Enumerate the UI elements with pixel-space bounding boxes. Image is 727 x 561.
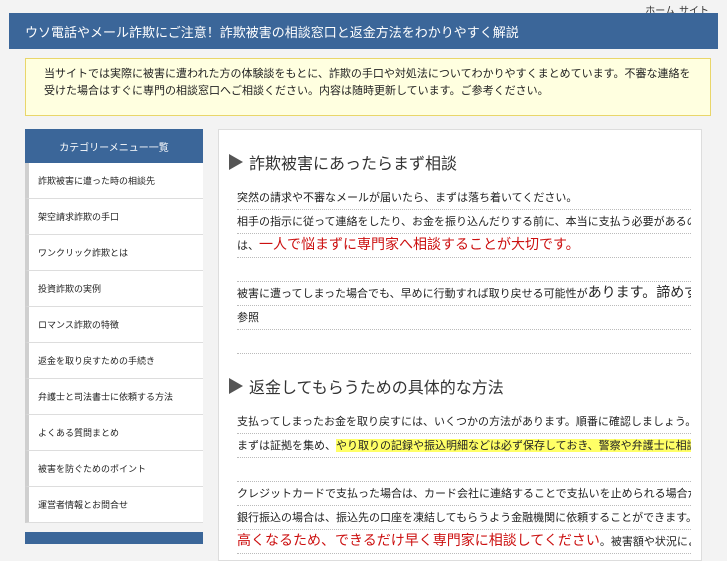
body-text: は、 [237, 239, 259, 252]
sidebar-heading-2 [25, 532, 203, 544]
site-title[interactable]: ウソ電話やメール詐欺にご注意！詐欺被害の相談窓口と返金方法をわかりやすく解説 [25, 22, 519, 41]
body-text: あります。諦めずに、専門の窓口を探しましょう [587, 285, 691, 301]
section-body: 支払ってしまったお金を取り戻すには、いくつかの方法があります。順番に確認しましょ… [237, 410, 691, 554]
sidebar-item-label: 運営者情報とお問合せ [38, 501, 129, 511]
section-body: 突然の請求や不審なメールが届いたら、まずは落ち着いてください。相手の指示に従って… [237, 186, 691, 354]
emphasis-text: 高くなるため、できるだけ早く専門家に相談してください [237, 533, 600, 549]
sidebar-item[interactable]: よくある質問まとめ [25, 415, 203, 451]
body-text: 突然の請求や不審なメールが届いたら、まずは落ち着いてください。 [237, 191, 578, 204]
triangle-bullet-icon [229, 154, 243, 170]
text-line: は、一人で悩まずに専門家へ相談することが大切です。 [237, 234, 691, 258]
text-line [237, 330, 691, 354]
text-line: 支払ってしまったお金を取り戻すには、いくつかの方法があります。順番に確認しましょ… [237, 410, 691, 434]
text-line [237, 258, 691, 282]
body-text: クレジットカードで支払った場合は、カード会社に連絡することで支払いを止められる場… [237, 487, 691, 500]
sidebar-item-label: ワンクリック詐欺とは [38, 249, 129, 259]
triangle-bullet-icon [229, 378, 243, 394]
sidebar-item-label: 弁護士と司法書士に依頼する方法 [38, 393, 174, 403]
text-line: 突然の請求や不審なメールが届いたら、まずは落ち着いてください。 [237, 186, 691, 210]
sidebar-item[interactable]: 詐欺被害に遭った時の相談先 [25, 163, 203, 199]
sidebar-item[interactable]: ワンクリック詐欺とは [25, 235, 203, 271]
sidebar-item-label: 架空請求詐欺の手口 [38, 213, 120, 223]
notice-box: 当サイトでは実際に被害に遭われた方の体験談をもとに、詐欺の手口や対処法についてわ… [25, 58, 711, 116]
sidebar-item-label: ロマンス詐欺の特徴 [38, 321, 119, 331]
sidebar-item[interactable]: ロマンス詐欺の特徴 [25, 307, 203, 343]
site-header: ウソ電話やメール詐欺にご注意！詐欺被害の相談窓口と返金方法をわかりやすく解説 [9, 13, 718, 49]
sidebar-item[interactable]: 弁護士と司法書士に依頼する方法 [25, 379, 203, 415]
sidebar-item[interactable]: 被害を防ぐためのポイント [25, 451, 203, 487]
sidebar-heading: カテゴリーメニュー一覧 [25, 129, 203, 163]
sidebar-item-label: 返金を取り戻すための手続き [38, 357, 156, 367]
body-text: 支払ってしまったお金を取り戻すには、いくつかの方法があります。順番に確認しましょ… [237, 415, 691, 428]
text-line: 銀行振込の場合は、振込先の口座を凍結してもらうよう金融機関に依頼することができま… [237, 506, 691, 530]
emphasis-text: 一人で悩まずに専門家へ相談することが大切です。 [259, 237, 580, 253]
sidebar-item[interactable]: 投資詐欺の実例 [25, 271, 203, 307]
sidebar-item-label: 投資詐欺の実例 [38, 285, 102, 295]
text-line: 参照 [237, 306, 691, 330]
sidebar-item-label: 詐欺被害に遭った時の相談先 [38, 177, 156, 187]
text-line: 相手の指示に従って連絡をしたり、お金を振り込んだりする前に、本当に支払う必要があ… [237, 210, 691, 234]
section-title: 返金してもらうための具体的な方法 [229, 374, 701, 398]
text-line: まずは証拠を集め、やり取りの記録や振込明細などは必ず保存しておき、警察や弁護士に… [237, 434, 691, 458]
sidebar-menu: 詐欺被害に遭った時の相談先 架空請求詐欺の手口 ワンクリック詐欺とは 投資詐欺の… [25, 163, 203, 523]
body-text: 参照 [237, 311, 259, 324]
sidebar: カテゴリーメニュー一覧 詐欺被害に遭った時の相談先 架空請求詐欺の手口 ワンクリ… [25, 129, 203, 544]
text-line: 被害に遭ってしまった場合でも、早めに行動すれば取り戻せる可能性があります。諦めず… [237, 282, 691, 306]
text-line: クレジットカードで支払った場合は、カード会社に連絡することで支払いを止められる場… [237, 482, 691, 506]
main-content: 詐欺被害にあったらまず相談突然の請求や不審なメールが届いたら、まずは落ち着いてく… [218, 129, 702, 561]
body-text: 相手の指示に従って連絡をしたり、お金を振り込んだりする前に、本当に支払う必要があ… [237, 215, 691, 228]
notice-text: 当サイトでは実際に被害に遭われた方の体験談をもとに、詐欺の手口や対処法についてわ… [44, 67, 691, 97]
section-title-text: 詐欺被害にあったらまず相談 [249, 154, 458, 173]
text-line: 高くなるため、できるだけ早く専門家に相談してください。被害額や状況によって最適な… [237, 530, 691, 554]
section-title-text: 返金してもらうための具体的な方法 [249, 378, 504, 397]
body-text: 。被害額や状況によって最適な方法は異なりますので、まずは無料相談を [599, 535, 691, 548]
highlight-text: やり取りの記録や振込明細などは必ず保存しておき、警察や弁護士に相談する際に提出し… [336, 439, 691, 452]
sidebar-item[interactable]: 運営者情報とお問合せ [25, 487, 203, 523]
body-text: 銀行振込の場合は、振込先の口座を凍結してもらうよう金融機関に依頼することができま… [237, 511, 691, 524]
sidebar-item-label: よくある質問まとめ [38, 429, 120, 439]
sidebar-item[interactable]: 返金を取り戻すための手続き [25, 343, 203, 379]
sidebar-item-label: 被害を防ぐためのポイント [38, 465, 147, 475]
body-text: 被害に遭ってしまった場合でも、早めに行動すれば取り戻せる可能性が [237, 287, 588, 300]
sidebar-heading-label: カテゴリーメニュー一覧 [59, 142, 169, 154]
sidebar-item[interactable]: 架空請求詐欺の手口 [25, 199, 203, 235]
section-title: 詐欺被害にあったらまず相談 [229, 150, 701, 174]
text-line [237, 458, 691, 482]
body-text: まずは証拠を集め、 [237, 439, 336, 452]
